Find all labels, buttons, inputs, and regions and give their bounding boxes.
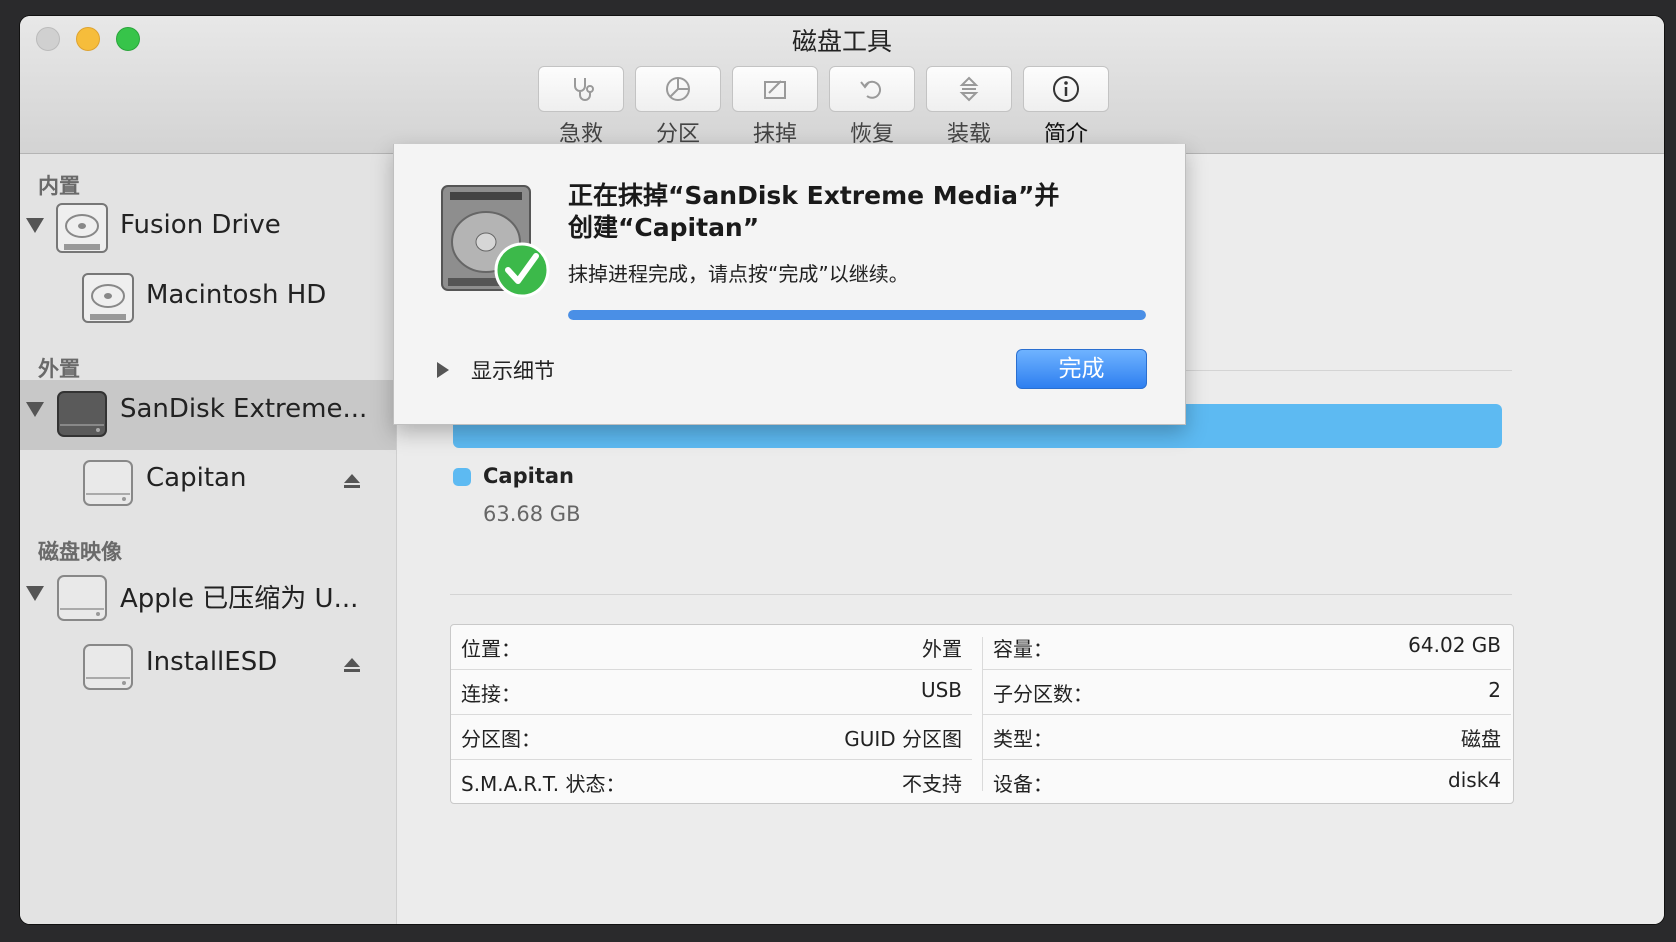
info-value: 64.02 GB	[1408, 633, 1501, 657]
info-value: 磁盘	[1461, 727, 1501, 751]
mount-button[interactable]: 装载	[926, 66, 1012, 148]
info-row: 连接： USB	[451, 670, 972, 715]
section-disk-images: 磁盘映像	[38, 540, 122, 564]
disk-utility-window: 磁盘工具 急救 分区 抹掉 恢复 装载 简介 内置 Fusion Drive M…	[20, 16, 1664, 924]
eraser-icon	[764, 80, 786, 99]
info-key: 子分区数：	[993, 682, 1093, 706]
internal-volume-icon	[82, 273, 134, 323]
info-key: S.M.A.R.T. 状态：	[461, 772, 626, 796]
stethoscope-icon	[574, 78, 594, 101]
info-key: 位置：	[461, 637, 521, 661]
disclosure-triangle-icon[interactable]	[26, 218, 44, 233]
external-disk-icon	[57, 391, 107, 437]
disk-image-volume-icon	[83, 644, 133, 690]
info-value: 2	[1488, 678, 1501, 702]
erase-button[interactable]: 抹掉	[732, 66, 818, 148]
info-row: 设备： disk4	[983, 760, 1511, 804]
info-key: 设备：	[993, 772, 1053, 796]
info-key: 连接：	[461, 682, 521, 706]
info-row: 位置： 外置	[451, 625, 972, 670]
info-row: 子分区数： 2	[983, 670, 1511, 715]
internal-disk-icon	[56, 203, 108, 253]
first-aid-button[interactable]: 急救	[538, 66, 624, 148]
sidebar-item-installesd[interactable]: InstallESD	[20, 633, 396, 703]
external-volume-icon	[83, 460, 133, 506]
info-value: GUID 分区图	[844, 727, 962, 751]
window-title: 磁盘工具	[791, 27, 892, 56]
restore-button[interactable]: 恢复	[829, 66, 915, 148]
hard-disk-success-icon	[441, 185, 550, 298]
erase-progress-bar	[568, 310, 1146, 320]
divider	[450, 594, 1512, 595]
sidebar-item-label: SanDisk Extreme...	[120, 394, 368, 424]
disclosure-triangle-icon[interactable]	[437, 362, 449, 378]
progress-fill	[568, 310, 1146, 320]
info-button[interactable]: 简介	[1023, 66, 1109, 148]
info-row: 容量： 64.02 GB	[983, 625, 1511, 670]
sidebar-item-apple-compressed[interactable]: Apple 已压缩为 U...	[20, 564, 396, 634]
disk-image-icon	[57, 575, 107, 621]
info-key: 类型：	[993, 727, 1053, 751]
partition-name: Capitan	[483, 464, 574, 488]
sidebar-item-sandisk[interactable]: SanDisk Extreme...	[20, 380, 396, 450]
partition-color-swatch	[453, 468, 471, 486]
sidebar-item-label: InstallESD	[146, 647, 278, 677]
sheet-title: 正在抹掉“SanDisk Extreme Media”并创建“Capitan”	[568, 181, 1060, 242]
sidebar-item-label: Capitan	[146, 463, 247, 493]
sidebar-item-capitan[interactable]: Capitan	[20, 449, 396, 519]
disclosure-triangle-icon[interactable]	[26, 402, 44, 417]
sidebar-item-label: Fusion Drive	[120, 210, 281, 240]
titlebar: 磁盘工具 急救 分区 抹掉 恢复 装载 简介	[20, 16, 1664, 154]
sheet-message: 抹掉进程完成，请点按“完成”以继续。	[568, 262, 909, 286]
info-value: 不支持	[902, 772, 962, 796]
info-key: 分区图：	[461, 727, 541, 751]
info-row: 类型： 磁盘	[983, 715, 1511, 760]
pie-chart-icon	[666, 77, 690, 101]
partition-button[interactable]: 分区	[635, 66, 721, 148]
info-key: 容量：	[993, 637, 1053, 661]
eject-icon[interactable]	[342, 471, 362, 491]
erase-progress-sheet: 正在抹掉“SanDisk Extreme Media”并创建“Capitan” …	[393, 144, 1186, 425]
sidebar-item-fusion-drive[interactable]: Fusion Drive	[20, 196, 396, 266]
section-external: 外置	[38, 357, 80, 381]
show-details-toggle[interactable]: 显示细节	[471, 355, 555, 385]
info-row: 分区图： GUID 分区图	[451, 715, 972, 760]
info-row: S.M.A.R.T. 状态： 不支持	[451, 760, 972, 804]
info-icon	[1053, 76, 1079, 102]
info-value: 外置	[922, 637, 962, 661]
mount-icon	[959, 76, 979, 102]
disk-info-table: 位置： 外置 连接： USB 分区图： GUID 分区图 S.M.A.R.T. …	[450, 624, 1514, 804]
info-value: disk4	[1448, 768, 1501, 792]
eject-icon[interactable]	[342, 655, 362, 675]
sidebar: 内置 Fusion Drive Macintosh HD 外置 SanDisk …	[20, 154, 397, 924]
disclosure-triangle-icon[interactable]	[26, 586, 44, 601]
sidebar-item-label: Apple 已压缩为 U...	[120, 584, 359, 614]
partition-size: 63.68 GB	[483, 502, 581, 526]
info-value: USB	[920, 678, 962, 702]
restore-icon	[860, 80, 882, 99]
sidebar-item-macintosh-hd[interactable]: Macintosh HD	[20, 266, 396, 336]
done-button[interactable]: 完成	[1016, 349, 1147, 389]
sidebar-item-label: Macintosh HD	[146, 280, 327, 310]
